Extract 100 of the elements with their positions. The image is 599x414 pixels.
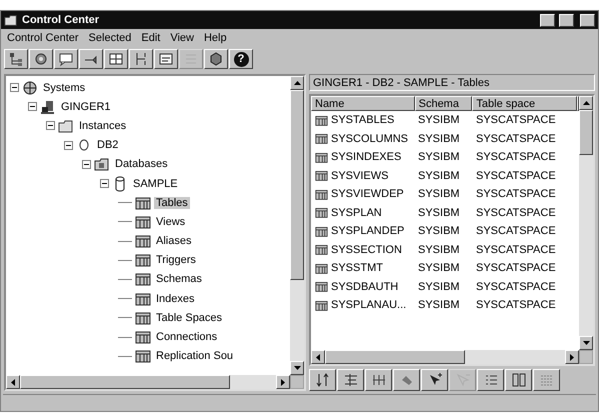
- maximize-button[interactable]: [559, 14, 574, 26]
- toolbar-button[interactable]: [79, 49, 103, 69]
- table-cell[interactable]: SYSDBAUTH: [331, 280, 398, 293]
- tree-item[interactable]: GINGER1: [59, 100, 113, 113]
- collapse-toggle[interactable]: [82, 160, 91, 169]
- table-icon: [315, 243, 328, 256]
- toolbar-button[interactable]: [129, 49, 153, 69]
- tree-item[interactable]: Table Spaces: [154, 312, 224, 324]
- table-icon: [315, 132, 328, 146]
- table-icon: [135, 252, 151, 268]
- table-cell[interactable]: SYSTABLES: [331, 114, 394, 126]
- table-cell: SYSCATSPACE: [476, 244, 556, 256]
- menu-item[interactable]: Edit: [141, 32, 160, 44]
- tree-item[interactable]: Aliases: [154, 235, 194, 248]
- vertical-scrollbar[interactable]: [290, 76, 304, 375]
- toolbar-button[interactable]: [533, 369, 560, 391]
- arrow-up-icon: [294, 81, 300, 85]
- table-cell[interactable]: SYSSECTION: [331, 244, 402, 256]
- table-cell[interactable]: SYSVIEWDEP: [331, 188, 404, 200]
- table-icon: [315, 206, 328, 220]
- tree-item[interactable]: Replication Sou: [154, 350, 236, 362]
- scroll-right-button[interactable]: [276, 375, 290, 389]
- toolbar-button[interactable]: [154, 49, 178, 69]
- scroll-thumb[interactable]: [20, 375, 230, 389]
- scrollbar-corner: [579, 350, 593, 364]
- table-cell[interactable]: SYSPLAN: [331, 206, 382, 219]
- table-cell: SYSCATSPACE: [476, 132, 556, 145]
- arrow-down-icon: [582, 341, 590, 345]
- scroll-left-button[interactable]: [6, 375, 20, 389]
- toolbar-button[interactable]: [54, 49, 78, 69]
- scroll-down-button[interactable]: [290, 361, 304, 375]
- table-icon: [135, 271, 151, 288]
- scroll-thumb[interactable]: [579, 110, 593, 155]
- split-icon: [510, 372, 526, 388]
- close-button[interactable]: [580, 14, 595, 26]
- table-icon: [315, 280, 328, 294]
- table-cell: SYSCATSPACE: [476, 280, 556, 293]
- toolbar-button[interactable]: [104, 49, 128, 69]
- toolbar-button[interactable]: [4, 49, 28, 69]
- column-header[interactable]: Table space: [472, 96, 577, 111]
- tree-item[interactable]: Schemas: [154, 273, 204, 286]
- window-title: Control Center: [22, 14, 100, 26]
- tree-item[interactable]: Connections: [154, 331, 220, 344]
- tree-item[interactable]: Databases: [113, 158, 170, 170]
- scroll-up-button[interactable]: [579, 96, 593, 110]
- toolbar-button[interactable]: [337, 369, 364, 391]
- tree-item[interactable]: Systems: [41, 82, 88, 94]
- tree-item[interactable]: DB2: [95, 139, 120, 152]
- toolbar-button[interactable]: [365, 369, 392, 391]
- minimize-button[interactable]: [540, 14, 555, 26]
- column-header[interactable]: Name: [311, 96, 415, 111]
- tree-item[interactable]: Tables: [154, 196, 190, 209]
- table-cell: SYSCATSPACE: [476, 170, 556, 182]
- collapse-toggle[interactable]: [46, 121, 55, 130]
- tree-item[interactable]: Triggers: [154, 254, 198, 266]
- collapse-toggle[interactable]: [28, 102, 37, 112]
- table-icon: [315, 150, 328, 164]
- table-cell[interactable]: SYSVIEWS: [331, 170, 388, 182]
- toolbar-button[interactable]: [204, 49, 228, 69]
- toolbar-button[interactable]: [393, 369, 420, 391]
- scroll-right-button[interactable]: [565, 350, 579, 364]
- table-cell[interactable]: SYSPLANAU...: [331, 299, 406, 312]
- collapse-toggle[interactable]: [100, 179, 109, 188]
- tree-item[interactable]: Indexes: [154, 292, 197, 305]
- scroll-up-button[interactable]: [290, 76, 304, 90]
- toolbar-button[interactable]: [29, 49, 53, 69]
- horizontal-scrollbar[interactable]: [311, 350, 579, 364]
- chat-icon: [58, 51, 74, 67]
- collapse-toggle[interactable]: [10, 83, 19, 92]
- arrow-up-icon: [582, 101, 590, 105]
- collapse-toggle[interactable]: [64, 140, 73, 150]
- tree-item[interactable]: Views: [154, 216, 188, 228]
- horizontal-scrollbar[interactable]: [6, 375, 290, 389]
- table-cell[interactable]: SYSSTMT: [331, 262, 383, 274]
- vertical-scrollbar[interactable]: [579, 96, 593, 350]
- table-cell[interactable]: SYSCOLUMNS: [331, 132, 408, 145]
- scroll-thumb[interactable]: [290, 90, 304, 280]
- tree-item[interactable]: Instances: [77, 120, 128, 132]
- menu-item[interactable]: Help: [204, 32, 227, 44]
- toolbar-button[interactable]: ?: [229, 49, 253, 69]
- table-cell[interactable]: SYSINDEXES: [331, 151, 402, 164]
- table-cell[interactable]: SYSPLANDEP: [331, 225, 404, 238]
- table-icon: [315, 298, 328, 312]
- toolbar-button[interactable]: [477, 369, 504, 391]
- table-icon: [135, 310, 151, 326]
- menu-item[interactable]: Control Center: [7, 32, 79, 44]
- menu-item[interactable]: View: [170, 32, 194, 44]
- toolbar-button[interactable]: [309, 369, 336, 391]
- table-cell: SYSIBM: [418, 262, 460, 274]
- toolbar-button[interactable]: [421, 369, 448, 391]
- scroll-left-button[interactable]: [311, 350, 325, 364]
- toolbar-button[interactable]: [505, 369, 532, 391]
- column-header[interactable]: Schema: [414, 96, 472, 111]
- sort-icon: [314, 372, 330, 388]
- tree-item[interactable]: SAMPLE: [131, 178, 180, 190]
- table-cell: SYSCATSPACE: [476, 206, 556, 219]
- scroll-thumb[interactable]: [325, 350, 465, 364]
- scroll-down-button[interactable]: [579, 336, 593, 350]
- table-icon: [315, 169, 328, 182]
- menu-item[interactable]: Selected: [88, 32, 132, 44]
